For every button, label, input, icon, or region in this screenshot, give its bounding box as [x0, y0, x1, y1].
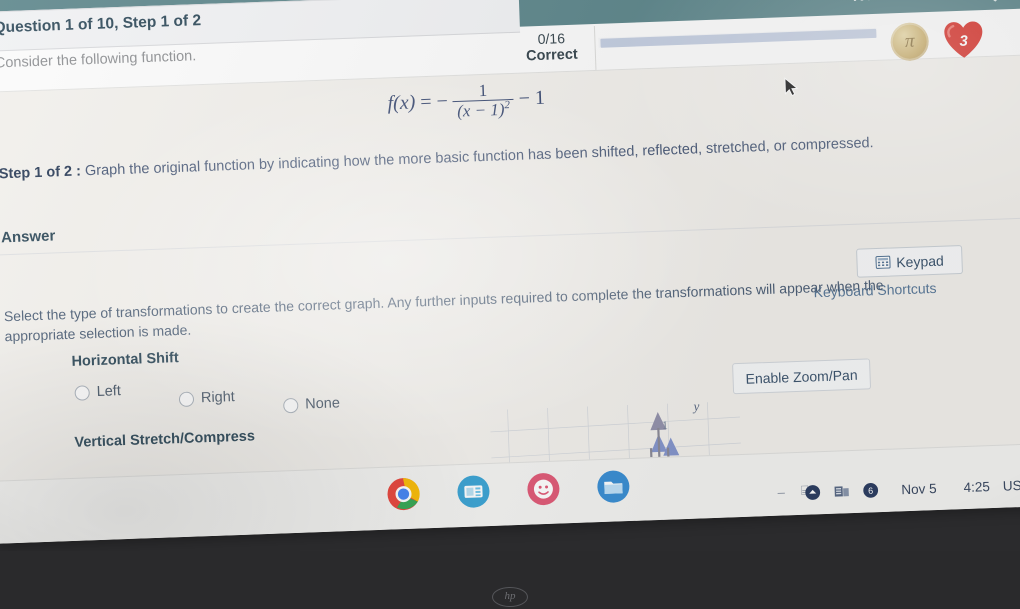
radio-label-left: Left	[96, 383, 122, 401]
system-tray: 6 Nov 5 4:25 US	[804, 476, 1020, 501]
onedrive-icon[interactable]	[833, 483, 850, 500]
section-heading-horizontal-shift: Horizontal Shift	[71, 350, 179, 370]
step-text: Graph the original function by indicatin…	[84, 135, 874, 180]
taskbar-app-icons	[386, 469, 631, 512]
radio-dot-left[interactable]	[74, 384, 90, 401]
answer-instructions: Select the type of transformations to cr…	[3, 276, 884, 344]
question-prompt: Consider the following function.	[0, 48, 197, 72]
main-content: Consider the following function. f(x) = …	[0, 12, 1020, 528]
formula-equals: =	[419, 91, 432, 114]
chrome-icon[interactable]	[386, 477, 421, 512]
formula-exponent: 2	[504, 98, 511, 112]
tray-date[interactable]: Nov 5	[901, 481, 937, 497]
radio-label-right: Right	[200, 389, 236, 407]
app-blue-icon[interactable]	[456, 474, 491, 509]
step-instruction: Step 1 of 2 : Graph the original functio…	[0, 131, 959, 185]
overflow-dash-icon[interactable]: –	[777, 484, 785, 499]
formula-fraction: 1 (x − 1)2	[452, 80, 515, 120]
step-prefix: Step 1 of 2 :	[0, 163, 82, 183]
horizontal-shift-options: Left Right None	[74, 373, 405, 413]
enable-zoom-pan-button[interactable]: Enable Zoom/Pan	[732, 358, 872, 395]
tray-language[interactable]: US	[1003, 477, 1020, 493]
radio-dot-right[interactable]	[178, 391, 195, 407]
keypad-icon	[875, 255, 891, 269]
badge-icon[interactable]: 6	[862, 482, 879, 499]
radio-option-right[interactable]: Right	[178, 389, 236, 407]
cloud-icon[interactable]	[804, 484, 821, 501]
section-heading-vertical-stretch: Vertical Stretch/Compress	[74, 428, 256, 451]
app-pink-icon[interactable]	[526, 471, 561, 506]
keypad-label: Keypad	[895, 252, 945, 270]
laptop-screen: Transformations of Functions KYLIE PETER…	[0, 0, 1020, 544]
tray-time[interactable]: 4:25	[963, 479, 990, 495]
svg-text:6: 6	[868, 486, 873, 496]
radio-dot-none[interactable]	[282, 397, 299, 413]
function-formula: f(x) = − 1 (x − 1)2 − 1	[387, 80, 546, 123]
formula-numerator: 1	[478, 80, 488, 101]
graph-y-axis-label: y	[693, 398, 700, 414]
radio-label-none: None	[304, 395, 341, 413]
formula-denominator: (x − 1)2	[452, 98, 515, 120]
formula-minus: −	[436, 90, 449, 113]
file-explorer-icon[interactable]	[596, 469, 631, 504]
formula-lhs: f(x)	[387, 91, 416, 115]
graph-y-tick-label: 1	[662, 419, 668, 432]
radio-option-left[interactable]: Left	[74, 383, 121, 401]
laptop-logo: hp	[492, 587, 528, 607]
radio-option-none[interactable]: None	[282, 395, 341, 413]
answer-heading: Answer	[0, 227, 56, 247]
mouse-cursor	[784, 77, 799, 97]
formula-trailing: − 1	[518, 86, 546, 110]
